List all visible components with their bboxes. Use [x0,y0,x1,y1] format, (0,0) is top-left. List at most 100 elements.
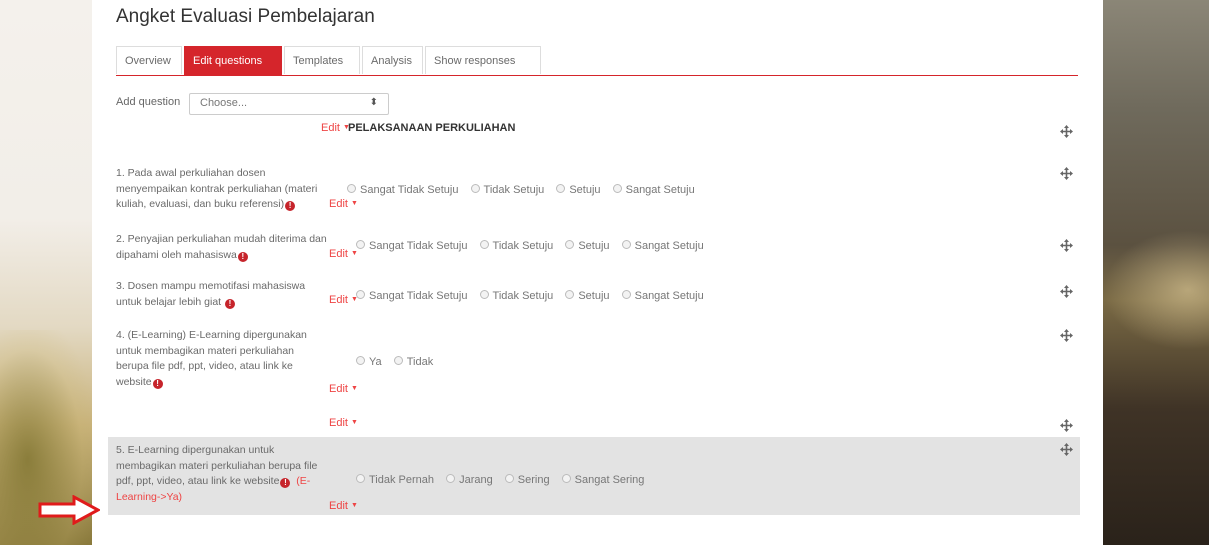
radio-icon[interactable] [393,356,403,365]
caret-down-icon: ▼ [350,200,358,207]
tab-templates[interactable]: Templates [284,46,360,74]
tab-analysis[interactable]: Analysis [362,46,423,74]
question-2-text: 2. Penyajian perkuliahan mudah diterima … [116,232,327,263]
radio-option[interactable]: Sangat Setuju [612,184,695,196]
radio-icon[interactable] [621,240,631,249]
required-error-icon: ! [280,478,291,488]
question-2-line: 2. Penyajian perkuliahan mudah diterima … [116,233,327,245]
question-5-line: membagikan materi perkuliahan berupa fil… [116,459,318,472]
radio-option[interactable]: Sangat Setuju [621,290,704,302]
radio-icon[interactable] [446,474,456,483]
radio-option[interactable]: Setuju [565,240,610,252]
radio-icon[interactable] [621,290,631,299]
caret-down-icon: ▼ [350,502,358,509]
radio-option[interactable]: Tidak Pernah [356,474,434,486]
background-right [1103,0,1209,545]
radio-icon[interactable] [356,290,365,299]
radio-icon[interactable] [356,474,365,483]
question-5-line: 5. E-Learning dipergunakan untuk [116,444,275,456]
dependency-label: Learning->Ya) [116,490,183,503]
caret-down-icon: ▼ [350,419,358,426]
edit-menu-question-3[interactable]: Edit ▼ [329,294,358,306]
radio-icon[interactable] [561,474,571,483]
edit-menu-section[interactable]: Edit ▼ [321,122,350,134]
radio-option[interactable]: Tidak Setuju [479,240,553,252]
radio-option[interactable]: Sering [504,474,550,486]
question-3-line: untuk belajar lebih giat [116,295,222,308]
required-error-icon: ! [152,378,163,389]
radio-option[interactable]: Setuju [565,290,610,302]
required-error-icon: ! [237,251,248,262]
edit-label: Edit [329,198,348,210]
radio-option[interactable]: Sangat Tidak Setuju [356,240,467,252]
edit-menu-question-2[interactable]: Edit ▼ [329,248,358,260]
required-error-icon: ! [225,298,235,309]
edit-label: Edit [329,248,348,260]
question-3-options: Sangat Tidak Setuju Tidak Setuju Setuju … [356,290,713,302]
radio-icon[interactable] [356,240,365,249]
radio-icon[interactable] [479,240,489,249]
question-2-options: Sangat Tidak Setuju Tidak Setuju Setuju … [356,240,713,252]
dependency-label: (E- [296,475,311,487]
radio-option[interactable]: Jarang [446,474,493,486]
radio-icon[interactable] [347,184,356,193]
radio-option[interactable]: Ya [356,356,382,368]
section-label: PELAKSANAAN PERKULIAHAN [348,122,516,134]
add-question-select[interactable]: Choose... ⬍ [189,93,389,115]
question-2-line: dipahami oleh mahasiswa [116,248,237,261]
question-4-line: website [116,375,152,388]
move-icon[interactable] [1060,285,1073,298]
main-content: Angket Evaluasi Pembelajaran Overview Ed… [92,0,1103,545]
radio-option[interactable]: Sangat Tidak Setuju [356,290,467,302]
question-4-line: 4. (E-Learning) E-Learning dipergunakan [116,329,307,341]
edit-label: Edit [321,122,340,134]
question-4-line: berupa file pdf, ppt, video, atau link k… [116,360,293,372]
radio-option[interactable]: Tidak Setuju [470,184,544,196]
move-icon[interactable] [1060,167,1073,180]
tab-edit-questions[interactable]: Edit questions [184,46,282,75]
radio-icon[interactable] [504,474,514,483]
radio-icon[interactable] [470,184,480,193]
radio-icon[interactable] [479,290,489,299]
radio-option[interactable]: Tidak [393,356,433,368]
radio-icon[interactable] [612,184,622,193]
move-icon[interactable] [1060,419,1073,432]
radio-option[interactable]: Setuju [556,184,601,196]
question-3-line: 3. Dosen mampu memotifasi mahasiswa [116,280,306,292]
move-icon[interactable] [1060,329,1073,342]
radio-option[interactable]: Sangat Tidak Setuju [347,184,458,196]
question-1-options: Sangat Tidak Setuju Tidak Setuju Setuju … [347,184,704,196]
question-3-text: 3. Dosen mampu memotifasi mahasiswa untu… [116,279,305,310]
tab-overview[interactable]: Overview [116,46,182,74]
radio-icon[interactable] [556,184,566,193]
move-icon[interactable] [1060,239,1073,252]
add-question-selected: Choose... [200,97,248,109]
radio-icon[interactable] [565,290,575,299]
move-icon[interactable] [1060,125,1073,138]
question-5-options: Tidak Pernah Jarang Sering Sangat Sering [356,474,653,486]
radio-icon[interactable] [356,356,365,365]
edit-label: Edit [329,294,348,306]
radio-icon[interactable] [565,240,575,249]
required-error-icon: ! [285,201,296,211]
radio-option[interactable]: Sangat Sering [561,474,644,486]
edit-label: Edit [329,383,348,395]
add-question-label: Add question [116,96,181,108]
question-5-text: 5. E-Learning dipergunakan untuk membagi… [116,443,317,505]
edit-label: Edit [329,417,348,429]
radio-option[interactable]: Tidak Setuju [479,290,553,302]
edit-menu-pagebreak[interactable]: Edit ▼ [329,417,358,429]
radio-option[interactable]: Sangat Setuju [621,240,704,252]
tab-show-responses[interactable]: Show responses [425,46,541,74]
edit-menu-question-4[interactable]: Edit ▼ [329,383,358,395]
question-5-line: pdf, ppt, video, atau link ke website [116,475,280,487]
edit-menu-question-5[interactable]: Edit ▼ [329,500,358,512]
background-left [0,0,92,545]
edit-label: Edit [329,500,348,512]
move-icon[interactable] [1060,443,1073,456]
question-4-line: untuk membagikan materi perkuliahan [116,344,295,357]
question-4-options: Ya Tidak [356,356,442,368]
question-1-line: menyempaikan kontrak perkuliahan (materi [116,182,318,195]
question-1-text: 1. Pada awal perkuliahan dosen menyempai… [116,166,317,213]
edit-menu-question-1[interactable]: Edit ▼ [329,198,358,210]
